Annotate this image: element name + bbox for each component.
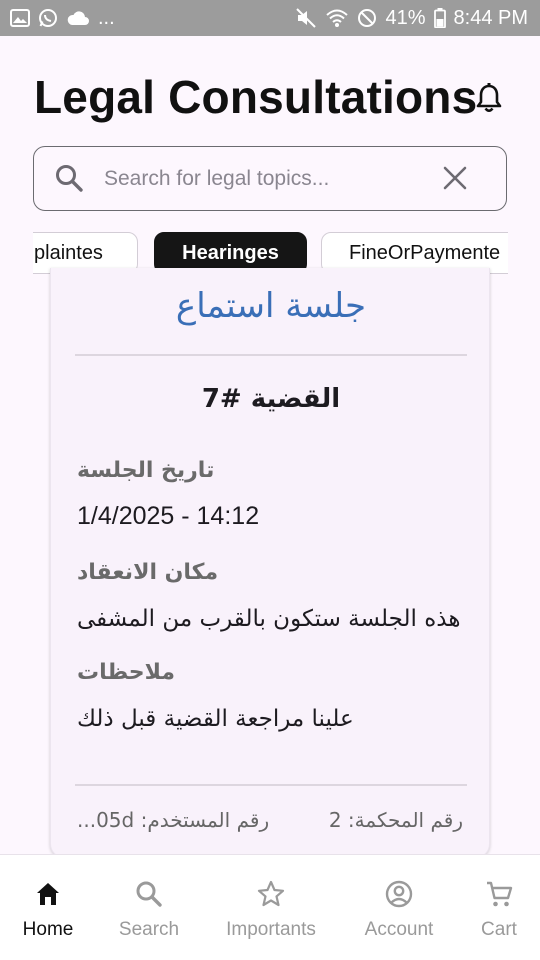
search-icon xyxy=(134,879,164,909)
nav-cart[interactable]: Cart xyxy=(468,855,530,960)
nav-label: Importants xyxy=(226,919,316,940)
status-left: ... xyxy=(10,7,115,30)
battery-percent: 41% xyxy=(385,6,426,29)
card-divider xyxy=(75,354,467,356)
location-value: هذه الجلسة ستكون بالقرب من المشفى xyxy=(77,606,461,632)
nav-label: Account xyxy=(364,919,434,940)
mute-icon xyxy=(295,7,317,29)
status-more: ... xyxy=(98,6,115,29)
case-title: القضية #7 xyxy=(201,384,341,414)
no-signal-icon xyxy=(357,8,377,28)
nav-label: Search xyxy=(118,919,180,940)
nav-importants[interactable]: Importants xyxy=(216,855,326,960)
hearing-card[interactable]: جلسة استماع القضية #7 تاريخ الجلسة 1/4/2… xyxy=(50,268,490,858)
image-icon xyxy=(10,9,30,27)
court-number: رقم المحكمة: 2 xyxy=(328,808,463,832)
notes-value: علينا مراجعة القضية قبل ذلك xyxy=(77,706,354,732)
clear-icon[interactable] xyxy=(440,163,470,193)
account-icon xyxy=(384,879,414,909)
status-time: 8:44 PM xyxy=(453,6,528,29)
cloud-icon xyxy=(66,10,90,26)
status-bar: ... 41% 8:44 PM xyxy=(0,0,540,36)
whatsapp-icon xyxy=(38,8,58,28)
home-icon xyxy=(33,879,63,909)
cart-icon xyxy=(484,879,514,909)
location-label: مكان الانعقاد xyxy=(77,560,219,585)
star-icon xyxy=(256,879,286,909)
chip-label: Hearinges xyxy=(182,241,279,264)
nav-label: Cart xyxy=(481,919,517,940)
chip-label: plaintes xyxy=(34,241,103,264)
chip-label: FineOrPaymente xyxy=(349,241,501,264)
notification-bell-icon[interactable] xyxy=(474,82,504,114)
date-value: 1/4/2025 - 14:12 xyxy=(77,502,260,530)
card-title: جلسة استماع xyxy=(175,286,367,326)
wifi-icon xyxy=(325,8,349,28)
nav-search[interactable]: Search xyxy=(104,855,194,960)
search-icon xyxy=(54,163,84,193)
battery-icon xyxy=(433,8,446,28)
bottom-nav: Home Search Importants Account Cart xyxy=(0,854,540,960)
search-box xyxy=(33,146,507,211)
nav-account[interactable]: Account xyxy=(354,855,444,960)
search-input[interactable] xyxy=(104,157,424,201)
card-divider xyxy=(75,784,467,786)
user-number: رقم المستخدم: 05d... xyxy=(77,808,270,832)
date-label: تاريخ الجلسة xyxy=(77,458,215,483)
nav-label: Home xyxy=(22,919,74,940)
notes-label: ملاحظات xyxy=(77,660,175,685)
page-title: Legal Consultations xyxy=(34,71,478,123)
nav-home[interactable]: Home xyxy=(8,855,88,960)
status-right: 41% 8:44 PM xyxy=(295,7,528,30)
